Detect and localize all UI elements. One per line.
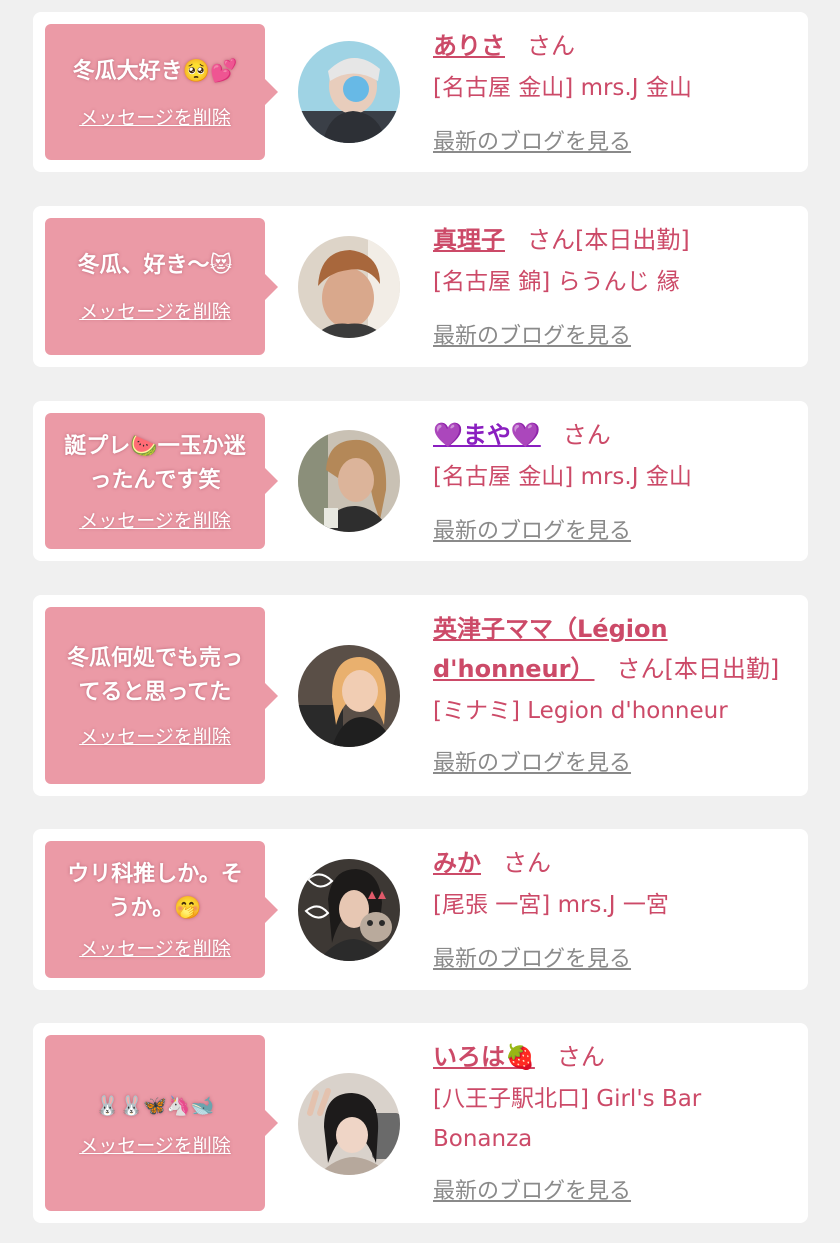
delete-message-button[interactable]: メッセージを削除	[79, 506, 231, 533]
list-item: 🐰🐰🦋🦄🐋 メッセージを削除 いろは🍓 さん [八王子駅北口] Girl's Ba…	[33, 1023, 808, 1223]
list-item: 冬瓜、好き〜😻 メッセージを削除 真理子 さん[本日出勤] [名古屋 錦] らうん…	[33, 206, 808, 367]
profile-info: いろは🍓 さん [八王子駅北口] Girl's Bar Bonanza 最新のブロ…	[433, 1037, 788, 1205]
message-text: 冬瓜、好き〜😻	[77, 253, 233, 278]
list-item: ウリ科推しか。そ うか。🤭 メッセージを削除 みか さん [尾張 一宮] mrs…	[33, 829, 808, 990]
honorific: さん	[527, 32, 575, 60]
honorific: さん	[616, 655, 665, 683]
list-item: 冬瓜大好き🥺💕 メッセージを削除 ありさ さん [名古屋 金山] mrs.J 金山…	[33, 12, 808, 172]
shop-name: [八王子駅北口] Girl's Bar Bonanza	[433, 1086, 702, 1152]
message-list: 冬瓜大好き🥺💕 メッセージを削除 ありさ さん [名古屋 金山] mrs.J 金山…	[0, 0, 840, 1243]
avatar[interactable]	[298, 41, 400, 143]
shop-name: [名古屋 錦] らうんじ 縁	[433, 269, 680, 295]
avatar[interactable]	[298, 430, 400, 532]
message-text: ウリ科推しか。そ うか。🤭	[67, 862, 243, 921]
status-badge: [本日出勤]	[664, 655, 780, 683]
honorific: さん	[556, 1043, 605, 1071]
latest-blog-link[interactable]: 最新のブログを見る	[433, 124, 631, 156]
cast-name-link[interactable]: 💜まや💜	[433, 421, 541, 449]
message-text: 冬瓜何処でも売っ てると思ってた	[66, 646, 243, 705]
honorific: さん	[527, 226, 575, 254]
avatar[interactable]	[298, 1073, 400, 1175]
honorific: さん	[503, 849, 551, 877]
message-bubble: 冬瓜、好き〜😻 メッセージを削除	[45, 218, 278, 355]
message-text: 🐰🐰🦋🦄🐋	[95, 1094, 215, 1117]
delete-message-button[interactable]: メッセージを削除	[79, 934, 231, 961]
profile-info: みか さん [尾張 一宮] mrs.J 一宮 最新のブログを見る	[433, 843, 788, 973]
latest-blog-link[interactable]: 最新のブログを見る	[433, 1173, 631, 1205]
message-bubble: 誕プレ🍉一玉か迷 ったんです笑 メッセージを削除	[45, 413, 278, 549]
profile-info: 真理子 さん[本日出勤] [名古屋 錦] らうんじ 縁 最新のブログを見る	[433, 220, 788, 350]
profile-info: ありさ さん [名古屋 金山] mrs.J 金山 最新のブログを見る	[433, 26, 788, 156]
status-badge: [本日出勤]	[575, 226, 690, 254]
list-item: 誕プレ🍉一玉か迷 ったんです笑 メッセージを削除 💜まや💜 さん [名古屋 金山]…	[33, 401, 808, 561]
latest-blog-link[interactable]: 最新のブログを見る	[433, 318, 631, 350]
message-bubble: 🐰🐰🦋🦄🐋 メッセージを削除	[45, 1035, 278, 1211]
avatar[interactable]	[298, 859, 400, 961]
shop-name: [尾張 一宮] mrs.J 一宮	[433, 892, 669, 918]
message-bubble: 冬瓜大好き🥺💕 メッセージを削除	[45, 24, 278, 160]
latest-blog-link[interactable]: 最新のブログを見る	[433, 745, 631, 777]
profile-info: 英津子ママ（Légion d'honneur） さん[本日出勤] [ミナミ] Leg…	[433, 609, 788, 777]
delete-message-button[interactable]: メッセージを削除	[79, 103, 231, 130]
avatar[interactable]	[298, 645, 400, 747]
delete-message-button[interactable]: メッセージを削除	[79, 297, 231, 324]
avatar[interactable]	[298, 236, 400, 338]
shop-name: [名古屋 金山] mrs.J 金山	[433, 75, 692, 101]
delete-message-button[interactable]: メッセージを削除	[79, 1131, 231, 1158]
cast-name-link[interactable]: みか	[433, 849, 481, 877]
message-bubble: 冬瓜何処でも売っ てると思ってた メッセージを削除	[45, 607, 278, 784]
cast-name-link[interactable]: 真理子	[433, 226, 505, 254]
latest-blog-link[interactable]: 最新のブログを見る	[433, 513, 631, 545]
shop-name: [ミナミ] Legion d'honneur	[433, 698, 728, 724]
honorific: さん	[562, 421, 611, 449]
latest-blog-link[interactable]: 最新のブログを見る	[433, 941, 631, 973]
message-text: 誕プレ🍉一玉か迷 ったんです笑	[64, 433, 246, 493]
delete-message-button[interactable]: メッセージを削除	[79, 722, 231, 749]
cast-name-link[interactable]: ありさ	[433, 32, 505, 60]
message-bubble: ウリ科推しか。そ うか。🤭 メッセージを削除	[45, 841, 278, 978]
message-text: 冬瓜大好き🥺💕	[72, 58, 238, 84]
cast-name-link[interactable]: いろは🍓	[433, 1043, 535, 1071]
profile-info: 💜まや💜 さん [名古屋 金山] mrs.J 金山 最新のブログを見る	[433, 415, 788, 545]
list-item: 冬瓜何処でも売っ てると思ってた メッセージを削除 英津子ママ（Légion d'…	[33, 595, 808, 796]
shop-name: [名古屋 金山] mrs.J 金山	[433, 464, 692, 490]
